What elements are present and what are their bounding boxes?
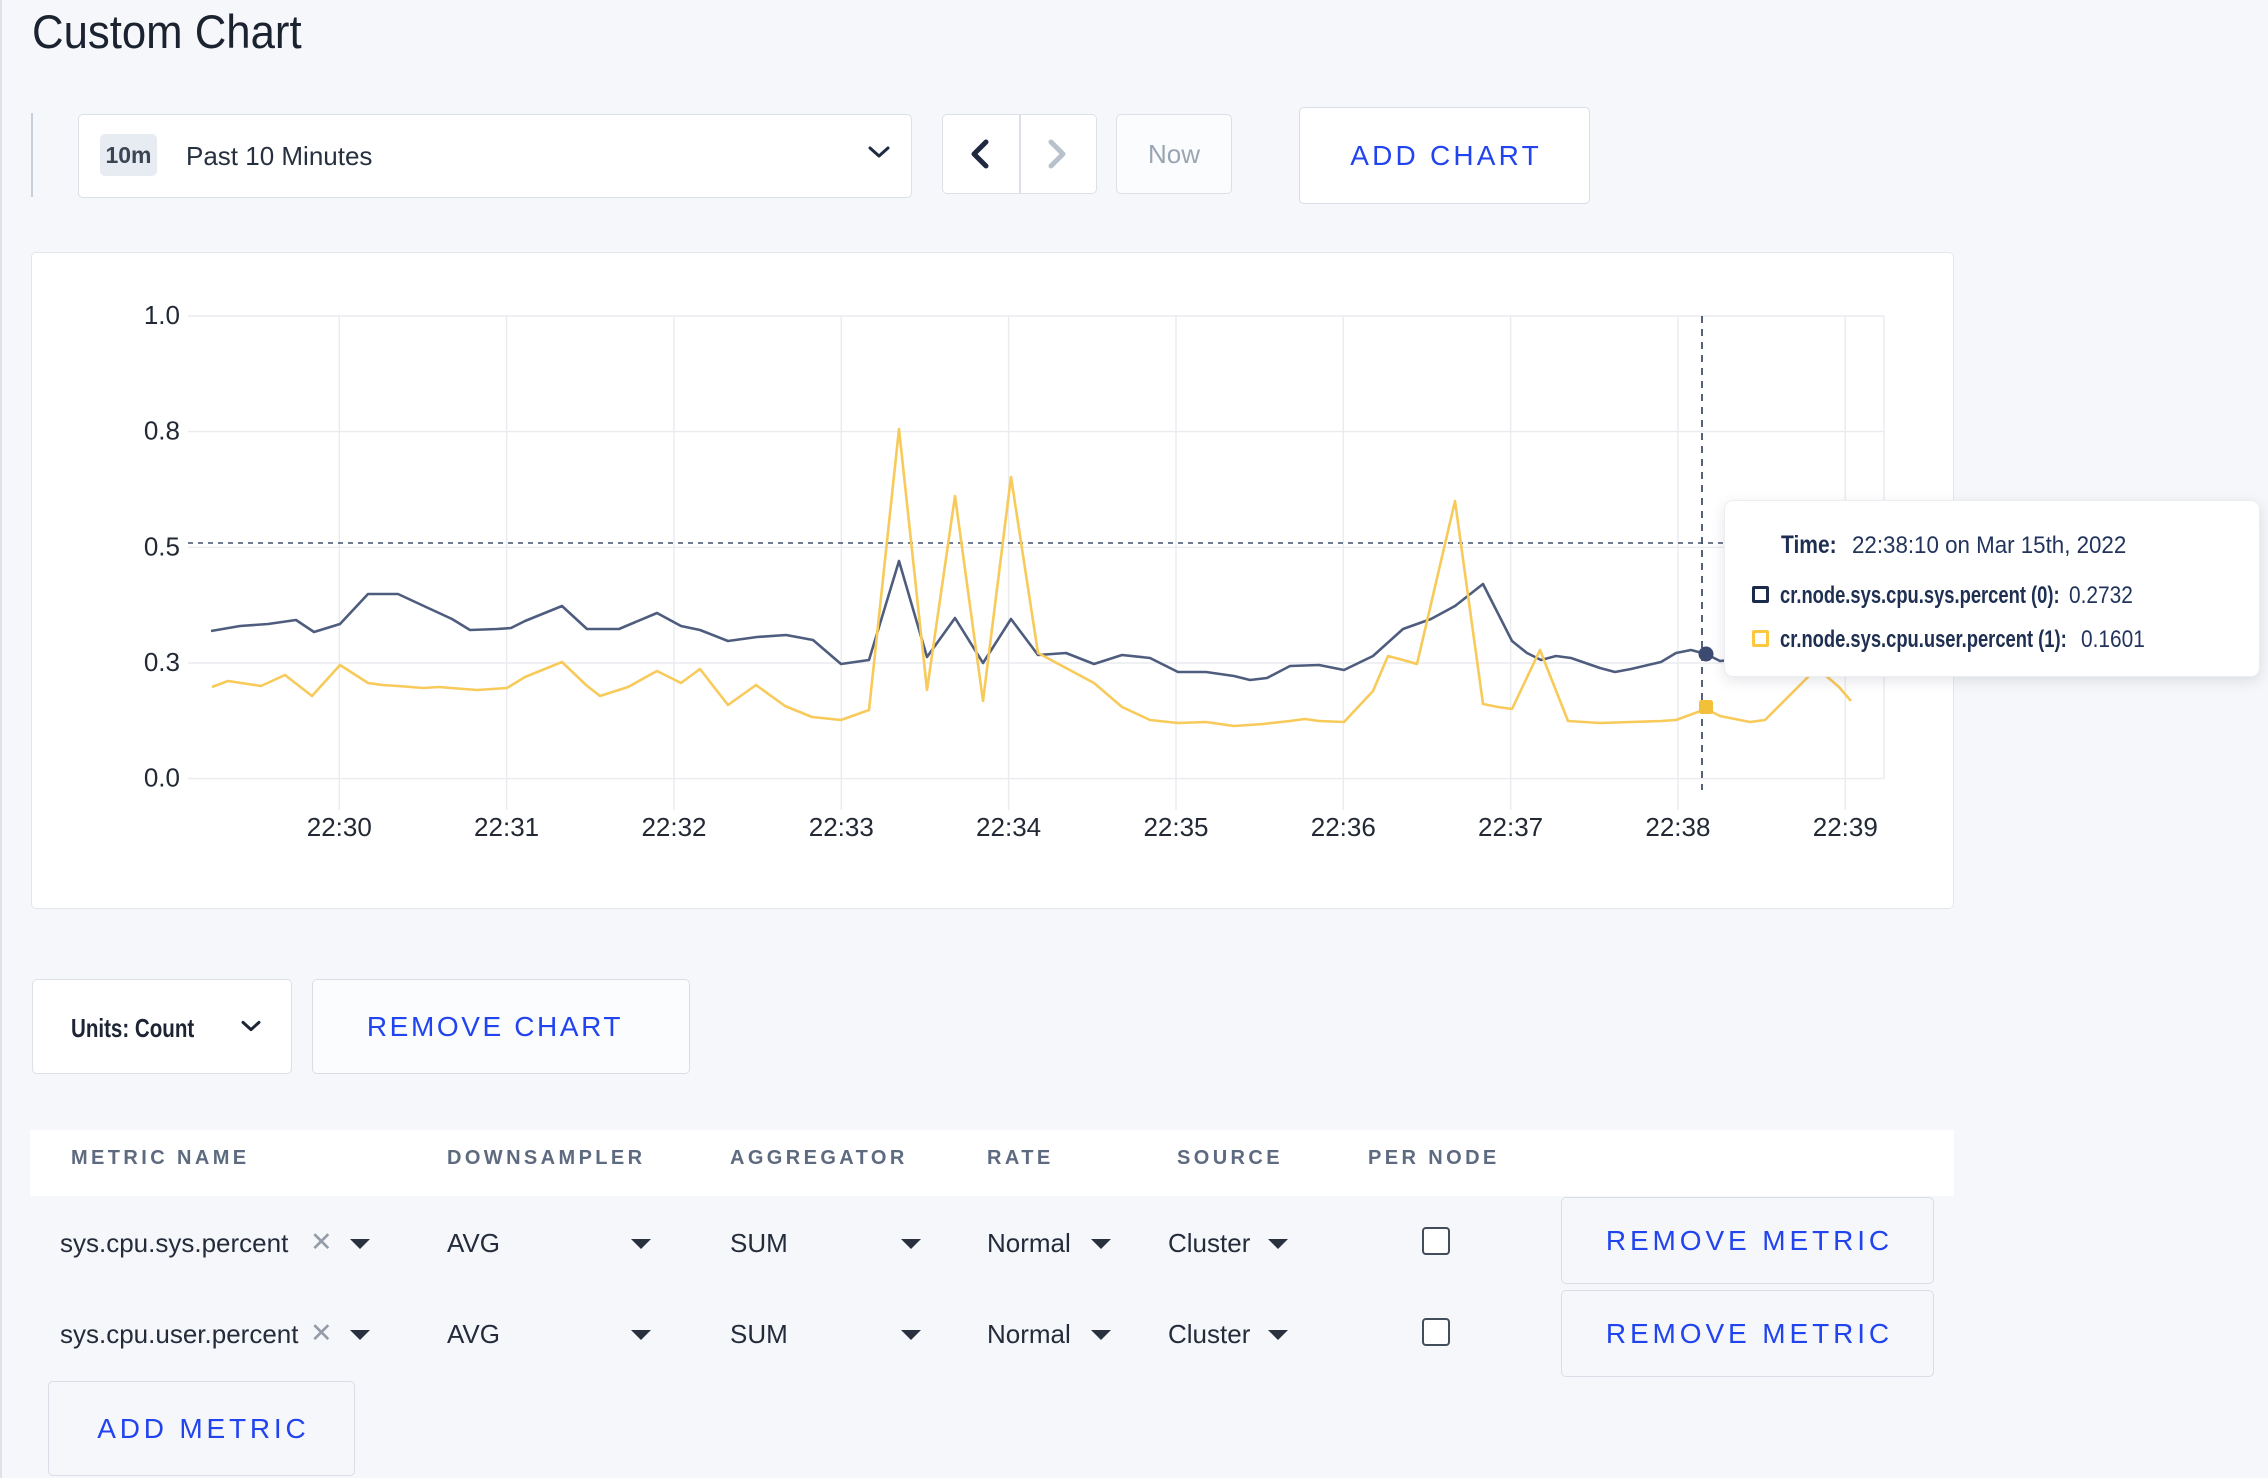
svg-text:22:38: 22:38 [1645, 812, 1710, 842]
svg-text:0.0: 0.0 [144, 763, 180, 793]
svg-text:22:35: 22:35 [1143, 812, 1208, 842]
svg-text:22:37: 22:37 [1478, 812, 1543, 842]
svg-text:22:32: 22:32 [641, 812, 706, 842]
svg-text:22:36: 22:36 [1311, 812, 1376, 842]
svg-text:22:34: 22:34 [976, 812, 1041, 842]
svg-text:22:31: 22:31 [474, 812, 539, 842]
svg-text:22:33: 22:33 [809, 812, 874, 842]
svg-text:22:39: 22:39 [1813, 812, 1878, 842]
svg-text:0.5: 0.5 [144, 531, 180, 561]
svg-text:1.0: 1.0 [144, 300, 180, 330]
svg-text:22:30: 22:30 [307, 812, 372, 842]
svg-text:0.8: 0.8 [144, 416, 180, 446]
svg-text:0.3: 0.3 [144, 647, 180, 677]
